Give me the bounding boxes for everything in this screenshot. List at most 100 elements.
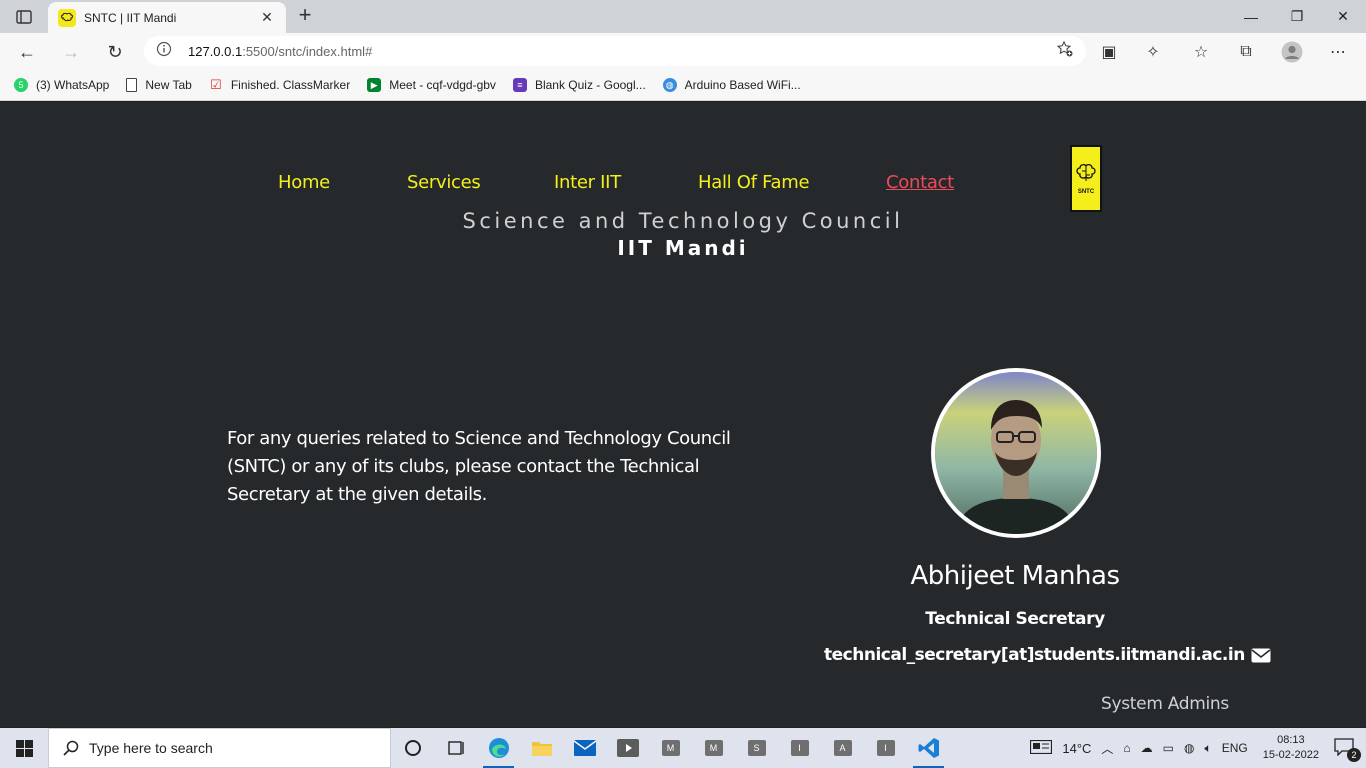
cortana-button[interactable]	[391, 728, 434, 768]
add-favorite-icon[interactable]	[1056, 40, 1074, 63]
reading-view-icon[interactable]: ▣	[1097, 40, 1121, 64]
whatsapp-icon: 5	[14, 78, 28, 92]
taskbar-app-1[interactable]: M	[649, 728, 692, 768]
info-icon[interactable]	[156, 41, 172, 62]
app-icon: M	[661, 740, 680, 756]
refresh-button[interactable]: ↻	[100, 37, 130, 67]
taskbar-file-explorer[interactable]	[520, 728, 563, 768]
browser-tab-bar: SNTC | IIT Mandi ✕ + — ❐ ✕	[0, 0, 1366, 33]
brain-favicon-icon	[58, 8, 76, 27]
system-tray: 14°C ︿ ⌂ ☁ ▭ ◍ 🔈︎ ENG 08:13 15-02-2022 2	[1025, 728, 1366, 768]
sntc-logo[interactable]: SNTC	[1070, 145, 1102, 212]
taskbar-app-3[interactable]: S	[735, 728, 778, 768]
contact-email-row[interactable]: technical_secretary[at]students.iitmandi…	[824, 645, 1271, 665]
clock-time: 08:13	[1277, 734, 1305, 746]
minimize-button[interactable]: —	[1228, 0, 1274, 33]
tab-actions-icon[interactable]	[10, 6, 38, 28]
battery-icon[interactable]: ▭	[1163, 741, 1174, 755]
web-page: Home Services Inter IIT Hall Of Fame Con…	[0, 102, 1366, 727]
notifications-icon[interactable]: 2	[1334, 737, 1361, 762]
bookmark-whatsapp[interactable]: 5 (3) WhatsApp	[14, 78, 109, 92]
bookmark-classmarker[interactable]: ☑ Finished. ClassMarker	[209, 77, 351, 92]
back-button[interactable]: ←	[12, 37, 42, 67]
bookmark-meet[interactable]: ▶ Meet - cqf-vdgd-gbv	[367, 78, 496, 92]
favorites-icon[interactable]: ☆	[1189, 40, 1213, 64]
contact-role: Technical Secretary	[925, 609, 1105, 629]
taskbar-app-4[interactable]: I	[778, 728, 821, 768]
taskbar-app-5[interactable]: A	[821, 728, 864, 768]
tab-close-icon[interactable]: ✕	[258, 9, 276, 26]
bookmark-blank-quiz[interactable]: ≡ Blank Quiz - Googl...	[512, 78, 646, 92]
search-placeholder: Type here to search	[89, 740, 213, 756]
app-icon: M	[704, 740, 723, 756]
contact-name: Abhijeet Manhas	[910, 561, 1120, 591]
bookmark-label: (3) WhatsApp	[36, 78, 110, 92]
folder-icon	[531, 742, 552, 756]
forward-button[interactable]: →	[56, 37, 86, 67]
clock[interactable]: 08:13 15-02-2022	[1263, 733, 1319, 763]
url-text[interactable]: 127.0.0.1:5500/sntc/index.html#	[188, 44, 372, 59]
restore-button[interactable]: ❐	[1274, 0, 1320, 33]
taskbar-edge[interactable]	[477, 728, 520, 768]
start-button[interactable]	[0, 728, 48, 768]
news-widget-icon[interactable]	[1030, 739, 1053, 757]
nav-services[interactable]: Services	[407, 172, 481, 193]
bookmark-label: Meet - cqf-vdgd-gbv	[389, 78, 496, 92]
active-tab[interactable]: SNTC | IIT Mandi ✕	[48, 2, 286, 33]
app-icon: S	[747, 740, 766, 756]
task-view-button[interactable]	[434, 728, 477, 768]
council-title: Science and Technology Council	[462, 209, 904, 233]
taskbar-search[interactable]: Type here to search	[48, 728, 391, 768]
nav-hall-of-fame[interactable]: Hall Of Fame	[698, 172, 810, 193]
bookmark-label: Blank Quiz - Googl...	[534, 78, 646, 92]
app-icon: I	[876, 740, 895, 756]
browser-toolbar: ← → ↻ 127.0.0.1:5500/sntc/index.html# ▣ …	[0, 33, 1366, 70]
nav-home[interactable]: Home	[278, 172, 330, 193]
close-window-button[interactable]: ✕	[1320, 0, 1366, 33]
page-icon	[126, 78, 138, 92]
vscode-icon	[918, 738, 939, 758]
language-indicator[interactable]: ENG	[1222, 741, 1248, 755]
nav-contact[interactable]: Contact	[886, 172, 954, 193]
network-globe-icon[interactable]: ◍	[1184, 741, 1194, 755]
bookmark-label: Finished. ClassMarker	[230, 78, 351, 92]
bookmark-label: New Tab	[145, 78, 192, 92]
task-view-icon	[447, 741, 464, 755]
institute-title: IIT Mandi	[617, 236, 749, 260]
forms-icon: ≡	[512, 78, 527, 92]
cloud-sync-icon[interactable]: ☁	[1141, 741, 1153, 755]
windows-logo-icon	[15, 739, 33, 757]
app-icon: I	[790, 740, 809, 756]
meet-icon: ▶	[367, 78, 382, 92]
bookmark-label: Arduino Based WiFi...	[684, 78, 801, 92]
nav-inter-iit[interactable]: Inter IIT	[554, 172, 621, 193]
bookmark-new-tab[interactable]: New Tab	[126, 78, 192, 92]
system-admins-heading: System Admins	[1101, 694, 1229, 714]
taskbar-vscode[interactable]	[907, 728, 950, 768]
profile-photo	[931, 368, 1101, 538]
new-tab-button[interactable]: +	[293, 4, 317, 28]
bookmark-arduino[interactable]: ◍ Arduino Based WiFi...	[662, 78, 801, 92]
extensions-icon[interactable]: ✧	[1141, 40, 1165, 64]
logo-text: SNTC	[1077, 188, 1095, 195]
edge-icon	[488, 738, 509, 758]
taskbar-mail[interactable]	[563, 728, 606, 768]
bookmarks-bar: 5 (3) WhatsApp New Tab ☑ Finished. Class…	[0, 70, 1366, 101]
site-nav: Home Services Inter IIT Hall Of Fame Con…	[0, 172, 1366, 196]
address-bar[interactable]: 127.0.0.1:5500/sntc/index.html#	[144, 36, 1086, 66]
envelope-icon[interactable]	[1251, 648, 1271, 663]
collections-icon[interactable]: ⧉	[1234, 40, 1258, 64]
media-player-icon	[616, 739, 639, 757]
taskbar-app-2[interactable]: M	[692, 728, 735, 768]
contact-email[interactable]: technical_secretary[at]students.iitmandi…	[824, 645, 1245, 665]
volume-icon[interactable]: 🔈︎	[1205, 741, 1212, 756]
tab-title: SNTC | IIT Mandi	[84, 10, 177, 25]
more-menu-icon[interactable]: ⋯	[1326, 40, 1350, 64]
chevron-up-icon[interactable]: ︿	[1101, 740, 1113, 757]
taskbar-media[interactable]	[606, 728, 649, 768]
profile-avatar-icon[interactable]	[1280, 40, 1304, 64]
taskbar-app-6[interactable]: I	[864, 728, 907, 768]
weather-temp[interactable]: 14°C	[1062, 741, 1091, 756]
notification-count: 2	[1347, 747, 1361, 762]
usb-icon[interactable]: ⌂	[1123, 741, 1130, 755]
